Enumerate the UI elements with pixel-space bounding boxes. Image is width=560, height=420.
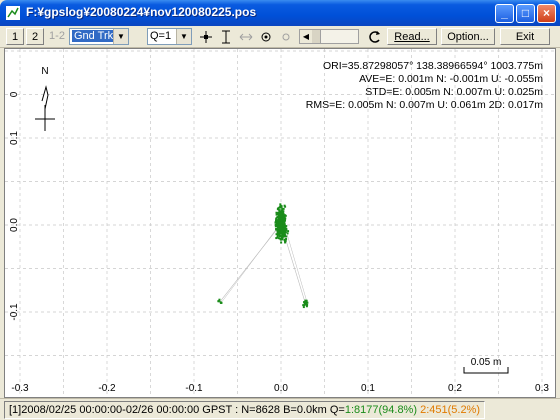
x-tick-label: 0.2 bbox=[448, 383, 462, 394]
fit-horizontal-icon[interactable] bbox=[239, 30, 253, 44]
toolbar: 1 2 1-2 Gnd Trk ▼ Q=1 ▼ ◀ Read... Option… bbox=[0, 26, 560, 48]
track-lines bbox=[219, 219, 308, 304]
solution-point bbox=[275, 213, 278, 216]
status-bar: [1]2008/02/25 00:00:00-02/26 00:00:00 GP… bbox=[0, 398, 560, 420]
scale-bar: 0.05 m bbox=[463, 357, 509, 374]
solution-1-2-button[interactable]: 1-2 bbox=[46, 28, 68, 45]
quality-value: Q=1 bbox=[150, 30, 172, 42]
app-icon bbox=[6, 6, 20, 20]
solution-point bbox=[276, 229, 279, 232]
x-tick-label: -0.3 bbox=[11, 383, 29, 394]
solution-point bbox=[276, 216, 279, 219]
plot-type-value: Gnd Trk bbox=[72, 30, 116, 42]
solution-point bbox=[283, 239, 286, 242]
x-tick-label: 0.0 bbox=[274, 383, 288, 394]
y-tick-label: 0 bbox=[9, 91, 20, 97]
minimize-button[interactable]: _ bbox=[495, 4, 514, 23]
solution-point bbox=[274, 221, 277, 224]
ground-track-plot[interactable]: N ORI=35.87298057° 138.38966594° 1003.77… bbox=[5, 49, 555, 397]
solution-point bbox=[280, 209, 283, 212]
exit-button[interactable]: Exit bbox=[500, 28, 550, 45]
close-button[interactable]: × bbox=[537, 4, 556, 23]
plot-type-select[interactable]: Gnd Trk ▼ bbox=[69, 28, 129, 45]
solution-point bbox=[282, 225, 285, 228]
animate-icon[interactable] bbox=[279, 30, 293, 44]
compass-icon: N bbox=[35, 66, 55, 131]
solution-point bbox=[302, 306, 305, 309]
scale-bar-label: 0.05 m bbox=[471, 357, 502, 368]
x-tick-label: 0.1 bbox=[361, 383, 375, 394]
solution-points bbox=[217, 203, 309, 309]
chevron-down-icon: ▼ bbox=[176, 29, 191, 44]
solution-point bbox=[275, 219, 278, 222]
x-tick-label: -0.2 bbox=[98, 383, 116, 394]
track-line bbox=[221, 219, 284, 302]
x-tick-label: -0.1 bbox=[185, 383, 203, 394]
solution-point bbox=[287, 230, 290, 233]
solution-point bbox=[278, 219, 281, 222]
time-scrollbar[interactable]: ◀ bbox=[299, 29, 359, 44]
solution-point bbox=[282, 235, 285, 238]
status-summary: [1]2008/02/25 00:00:00-02/26 00:00:00 GP… bbox=[9, 404, 345, 416]
show-point-icon[interactable] bbox=[259, 30, 273, 44]
solution-point bbox=[284, 217, 287, 220]
solution-point bbox=[281, 229, 284, 232]
solution-point bbox=[277, 232, 280, 235]
solution-point bbox=[280, 241, 283, 244]
title-bar: F:¥gpslog¥20080224¥nov120080225.pos _ □ … bbox=[0, 0, 560, 26]
refresh-icon[interactable] bbox=[367, 29, 383, 45]
solution-point bbox=[279, 237, 282, 240]
x-tick-label: 0.3 bbox=[535, 383, 549, 394]
solution-1-button[interactable]: 1 bbox=[6, 28, 24, 45]
y-tick-label: 0.1 bbox=[9, 131, 20, 145]
solution-point bbox=[280, 213, 283, 216]
stat-ori: ORI=35.87298057° 138.38966594° 1003.775m bbox=[323, 60, 543, 72]
y-tick-labels: 0 0.1 0.0 -0.1 bbox=[9, 91, 20, 320]
stat-std: STD=E: 0.005m N: 0.007m U: 0.025m bbox=[365, 86, 543, 98]
solution-point bbox=[305, 305, 308, 308]
solution-2-button[interactable]: 2 bbox=[26, 28, 44, 45]
y-tick-label: 0.0 bbox=[9, 218, 20, 232]
status-q1-count: 1:8177(94.8%) bbox=[344, 404, 418, 416]
solution-point bbox=[284, 214, 287, 217]
maximize-button[interactable]: □ bbox=[516, 4, 535, 23]
y-tick-label: -0.1 bbox=[9, 303, 20, 321]
solution-point bbox=[305, 300, 308, 303]
window-title: F:¥gpslog¥20080224¥nov120080225.pos bbox=[26, 5, 257, 19]
solution-point bbox=[286, 232, 289, 235]
solution-point bbox=[280, 221, 283, 224]
solution-point bbox=[283, 204, 286, 207]
status-q2-count: 2:451(5.2%) bbox=[420, 404, 481, 416]
stat-rms: RMS=E: 0.005m N: 0.007m U: 0.061m 2D: 0.… bbox=[306, 99, 543, 111]
plot-area[interactable]: N ORI=35.87298057° 138.38966594° 1003.77… bbox=[4, 48, 556, 398]
solution-point bbox=[277, 225, 280, 228]
center-origin-icon[interactable] bbox=[199, 30, 213, 44]
stat-ave: AVE=E: 0.001m N: -0.001m U: -0.055m bbox=[359, 73, 543, 85]
solution-point bbox=[280, 205, 283, 208]
status-text: [1]2008/02/25 00:00:00-02/26 00:00:00 GP… bbox=[4, 401, 486, 419]
solution-point bbox=[281, 207, 284, 210]
read-button[interactable]: Read... bbox=[387, 28, 437, 45]
solution-point bbox=[275, 233, 278, 236]
fit-vertical-icon[interactable] bbox=[219, 30, 233, 44]
solution-point bbox=[278, 227, 281, 230]
chevron-down-icon: ▼ bbox=[113, 29, 128, 44]
quality-select[interactable]: Q=1 ▼ bbox=[147, 28, 192, 45]
solution-point bbox=[276, 236, 279, 239]
scroll-thumb[interactable] bbox=[312, 30, 321, 43]
track-line bbox=[219, 223, 282, 302]
solution-point bbox=[220, 301, 223, 304]
solution-point bbox=[282, 217, 285, 220]
solution-point bbox=[302, 304, 305, 307]
x-tick-labels: -0.3 -0.2 -0.1 0.0 0.1 0.2 0.3 bbox=[11, 383, 549, 394]
solution-point bbox=[277, 216, 280, 219]
solution-point bbox=[281, 211, 284, 214]
option-button[interactable]: Option... bbox=[441, 28, 495, 45]
solution-point bbox=[278, 206, 281, 209]
solution-point bbox=[218, 298, 221, 301]
compass-north-label: N bbox=[41, 66, 48, 77]
